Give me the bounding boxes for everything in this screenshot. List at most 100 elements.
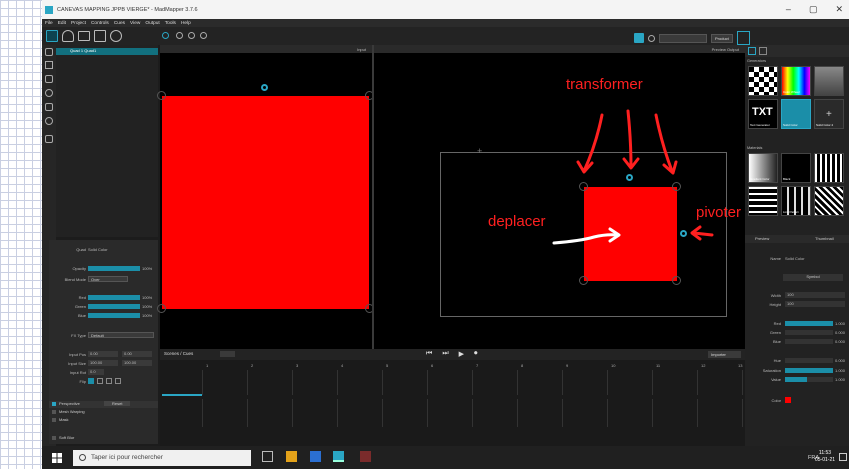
record-button[interactable]: ⏺ <box>474 350 478 358</box>
green-slider[interactable] <box>88 304 140 309</box>
blue-slider[interactable] <box>88 313 140 318</box>
taskbar-clock[interactable]: 11:53 05-01-21 <box>815 450 835 464</box>
scenes-cues-tab[interactable]: Scenes / Cues <box>164 351 193 356</box>
width-field[interactable]: 100 <box>785 292 845 298</box>
mask-checkbox[interactable] <box>52 418 56 422</box>
preview-section-header[interactable]: Preview Thumbnail <box>745 235 849 243</box>
generator-gradient-thumb[interactable] <box>814 66 844 96</box>
add-surface-icon[interactable] <box>45 48 53 56</box>
blend-mode-select[interactable]: Over <box>88 276 128 282</box>
file-explorer-icon[interactable] <box>286 451 297 462</box>
generator-text-thumb[interactable]: TXT Text Generator <box>748 99 778 129</box>
menu-project[interactable]: Project <box>71 21 86 26</box>
input-size-y[interactable]: 100.00 <box>122 360 152 366</box>
task-view-icon[interactable] <box>262 451 273 462</box>
home-icon[interactable] <box>634 33 644 43</box>
output-view[interactable]: + transformer deplacer pivoter <box>374 53 745 349</box>
maximize-button[interactable]: ▢ <box>809 4 818 15</box>
generator-checker-thumb[interactable] <box>748 66 778 96</box>
gear-icon[interactable] <box>110 30 122 42</box>
mode-a-icon[interactable] <box>176 32 183 39</box>
layer-item-quad1[interactable]: Quad 1 Quad1 <box>56 48 158 55</box>
mode-b-icon[interactable] <box>188 32 195 39</box>
fx-type-select[interactable]: Default <box>88 332 154 338</box>
import-button[interactable]: Importer <box>708 351 741 358</box>
monitor-icon[interactable] <box>78 31 90 41</box>
input-rotate-handle[interactable] <box>261 84 268 91</box>
perspective-section[interactable]: Perspective Reset <box>49 401 158 408</box>
timeline-track-1[interactable] <box>202 370 745 395</box>
input-corner-bl[interactable] <box>157 304 166 313</box>
height-field[interactable]: 100 <box>785 301 845 307</box>
product-button[interactable]: Product <box>711 33 733 43</box>
nodes-icon[interactable] <box>94 30 106 42</box>
menu-file[interactable]: File <box>45 21 53 26</box>
flip-h-button[interactable] <box>88 378 94 384</box>
mask-icon[interactable] <box>45 117 53 125</box>
material-gradient-thumb[interactable]: Gradient Color <box>748 153 778 183</box>
input-corner-tl[interactable] <box>157 91 166 100</box>
color-blue-slider[interactable] <box>785 339 833 344</box>
surfaces-mode-icon[interactable] <box>46 30 58 42</box>
perspective-reset-button[interactable]: Reset <box>104 401 131 406</box>
perspective-checkbox[interactable] <box>52 402 56 406</box>
close-button[interactable]: ✕ <box>835 4 843 15</box>
minimize-button[interactable]: – <box>786 4 791 15</box>
madmapper-taskbar-icon[interactable] <box>333 451 344 462</box>
generator-colorwheel-thumb[interactable]: Color Wheel <box>781 66 811 96</box>
next-button[interactable]: ⏭ <box>442 350 448 358</box>
pen-icon[interactable] <box>45 61 53 69</box>
opacity-slider[interactable] <box>88 266 140 271</box>
mesh-warping-section[interactable]: Mesh Warping <box>49 409 158 416</box>
group-icon[interactable] <box>45 135 53 143</box>
previous-button[interactable]: ⏮ <box>426 350 432 358</box>
color-red-slider[interactable] <box>785 321 833 326</box>
notification-icon[interactable] <box>839 453 847 461</box>
menu-cues[interactable]: Cues <box>114 21 125 26</box>
bulb-icon[interactable] <box>62 30 74 42</box>
menu-output[interactable]: Output <box>145 21 159 26</box>
soft-blur-checkbox[interactable] <box>52 436 56 440</box>
menu-tools[interactable]: Tools <box>165 21 176 26</box>
value-slider[interactable] <box>785 377 833 382</box>
triangle-icon[interactable] <box>45 75 53 83</box>
input-pos-x[interactable]: 0.00 <box>88 351 118 357</box>
material-diagonal-thumb[interactable] <box>814 186 844 216</box>
power-icon[interactable] <box>162 32 169 39</box>
flip-l-button[interactable] <box>115 378 121 384</box>
library-tab-icon-2[interactable] <box>759 47 767 55</box>
mesh-icon[interactable] <box>45 103 53 111</box>
files-app-icon[interactable] <box>310 451 321 462</box>
menu-controls[interactable]: Controls <box>91 21 109 26</box>
output-select[interactable] <box>659 33 707 43</box>
material-black-thumb[interactable]: Black <box>781 153 811 183</box>
color-swatch[interactable] <box>785 397 791 403</box>
library-tab-icon[interactable] <box>748 47 756 55</box>
input-red-surface[interactable] <box>162 96 369 309</box>
mesh-warping-checkbox[interactable] <box>52 410 56 414</box>
app-taskbar-icon[interactable] <box>360 451 371 462</box>
mode-c-icon[interactable] <box>200 32 207 39</box>
red-slider[interactable] <box>88 295 140 300</box>
mask-section[interactable]: Mask <box>49 417 158 424</box>
generator-solidcolor-thumb[interactable]: Solid Color <box>781 99 811 129</box>
timeline-add-button[interactable] <box>220 351 235 357</box>
windows-start-icon[interactable] <box>52 453 62 463</box>
menu-view[interactable]: View <box>130 21 140 26</box>
input-rot-field[interactable]: 0.0 <box>88 369 104 375</box>
input-view[interactable] <box>157 53 374 349</box>
material-lines-thumb[interactable]: Line Pattern <box>781 186 811 216</box>
saturation-slider[interactable] <box>785 368 833 373</box>
document-icon[interactable] <box>736 31 750 45</box>
input-size-x[interactable]: 100.00 <box>88 360 118 366</box>
play-button[interactable]: ▶ <box>459 350 464 358</box>
symbol-button[interactable]: Symbol <box>783 274 843 281</box>
hue-slider[interactable] <box>785 358 833 363</box>
taskbar-search-box[interactable]: Taper ici pour rechercher <box>73 450 251 466</box>
timeline-track-2[interactable] <box>202 399 745 427</box>
menu-edit[interactable]: Edit <box>58 21 66 26</box>
flip-r-button[interactable] <box>106 378 112 384</box>
color-green-slider[interactable] <box>785 330 833 335</box>
material-bars-thumb[interactable] <box>814 153 844 183</box>
material-stripes-thumb[interactable] <box>748 186 778 216</box>
